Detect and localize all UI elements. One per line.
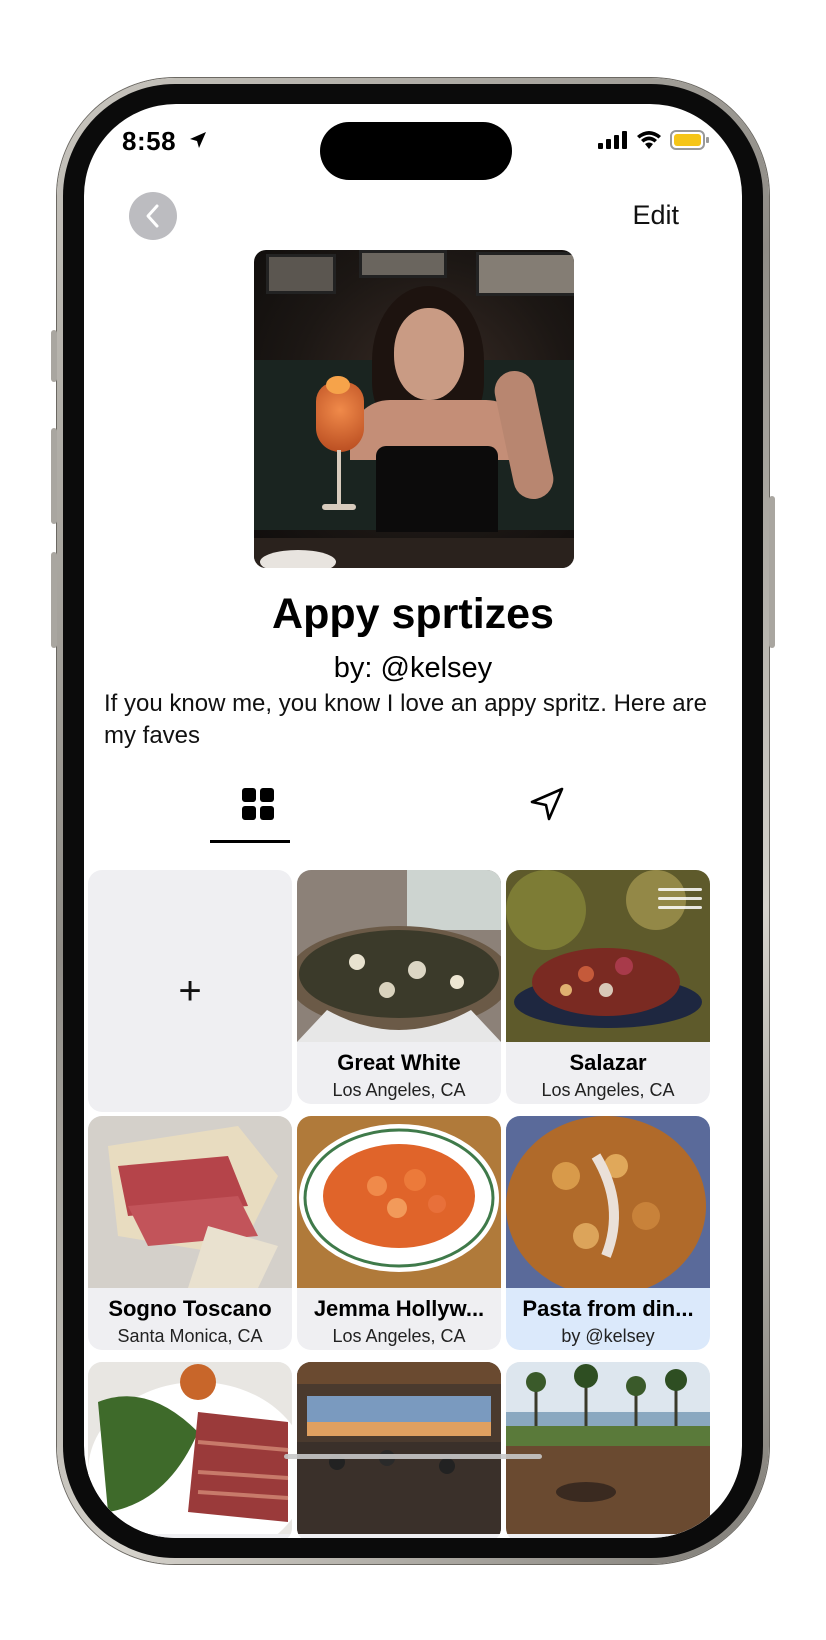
place-location: Los Angeles, CA (541, 1080, 675, 1100)
place-photo (506, 1116, 710, 1288)
wifi-icon (637, 131, 661, 149)
place-photo (297, 870, 501, 1042)
place-location: Los Angeles, CA (332, 1326, 466, 1346)
place-card[interactable]: Salazar Los Angeles, CA (506, 870, 710, 1104)
place-photo (297, 1116, 501, 1288)
dynamic-island (320, 122, 512, 180)
list-title: Appy sprtizes (272, 590, 554, 638)
place-card[interactable]: Jemma Hollyw... Los Angeles, CA (297, 1116, 501, 1350)
app-screen: 8:58 Edit Appy sprtizes by: @kelsey If y… (84, 104, 742, 1538)
menu-icon[interactable] (658, 888, 702, 910)
tab-map-view[interactable] (529, 786, 565, 827)
place-author: by @kelsey (561, 1326, 655, 1346)
status-time: 8:58 (122, 126, 177, 156)
list-author: by: @kelsey (333, 652, 493, 684)
cellular-signal-icon (598, 131, 627, 149)
place-card[interactable] (88, 1362, 292, 1538)
chevron-left-icon (146, 204, 159, 228)
place-card[interactable] (506, 1362, 710, 1538)
place-name: Great White (337, 1050, 461, 1075)
plus-icon: + (178, 969, 202, 1013)
place-name: Salazar (569, 1050, 647, 1075)
tab-selected-indicator (210, 840, 290, 843)
location-services-icon (190, 132, 206, 148)
place-photo (88, 1116, 292, 1288)
list-cover-photo (254, 250, 574, 568)
location-arrow-icon (530, 787, 564, 821)
place-name: Pasta from din... (522, 1296, 694, 1321)
back-button[interactable] (129, 192, 177, 240)
power-button (769, 496, 775, 648)
place-location: Santa Monica, CA (117, 1326, 263, 1346)
list-description: If you know me, you know I love an appy … (104, 690, 707, 749)
place-name: Jemma Hollyw... (313, 1296, 485, 1321)
place-photo (88, 1362, 292, 1534)
status-icons (598, 130, 710, 150)
place-card[interactable] (297, 1362, 501, 1538)
tab-grid-view[interactable] (218, 772, 298, 844)
place-photo (297, 1362, 501, 1534)
edit-button[interactable]: Edit (632, 200, 679, 231)
battery-icon (670, 130, 709, 150)
place-photo (506, 1362, 710, 1534)
home-indicator[interactable] (284, 1454, 542, 1459)
add-place-button[interactable]: + (88, 870, 292, 1112)
grid-icon (242, 788, 274, 820)
place-card[interactable]: Pasta from din... by @kelsey (506, 1116, 710, 1350)
place-location: Los Angeles, CA (332, 1080, 466, 1100)
volume-up-button (51, 428, 57, 524)
volume-down-button (51, 552, 57, 648)
action-button (51, 330, 57, 382)
place-name: Sogno Toscano (108, 1296, 272, 1321)
place-card[interactable]: Sogno Toscano Santa Monica, CA (88, 1116, 292, 1350)
place-card[interactable]: Great White Los Angeles, CA (297, 870, 501, 1104)
